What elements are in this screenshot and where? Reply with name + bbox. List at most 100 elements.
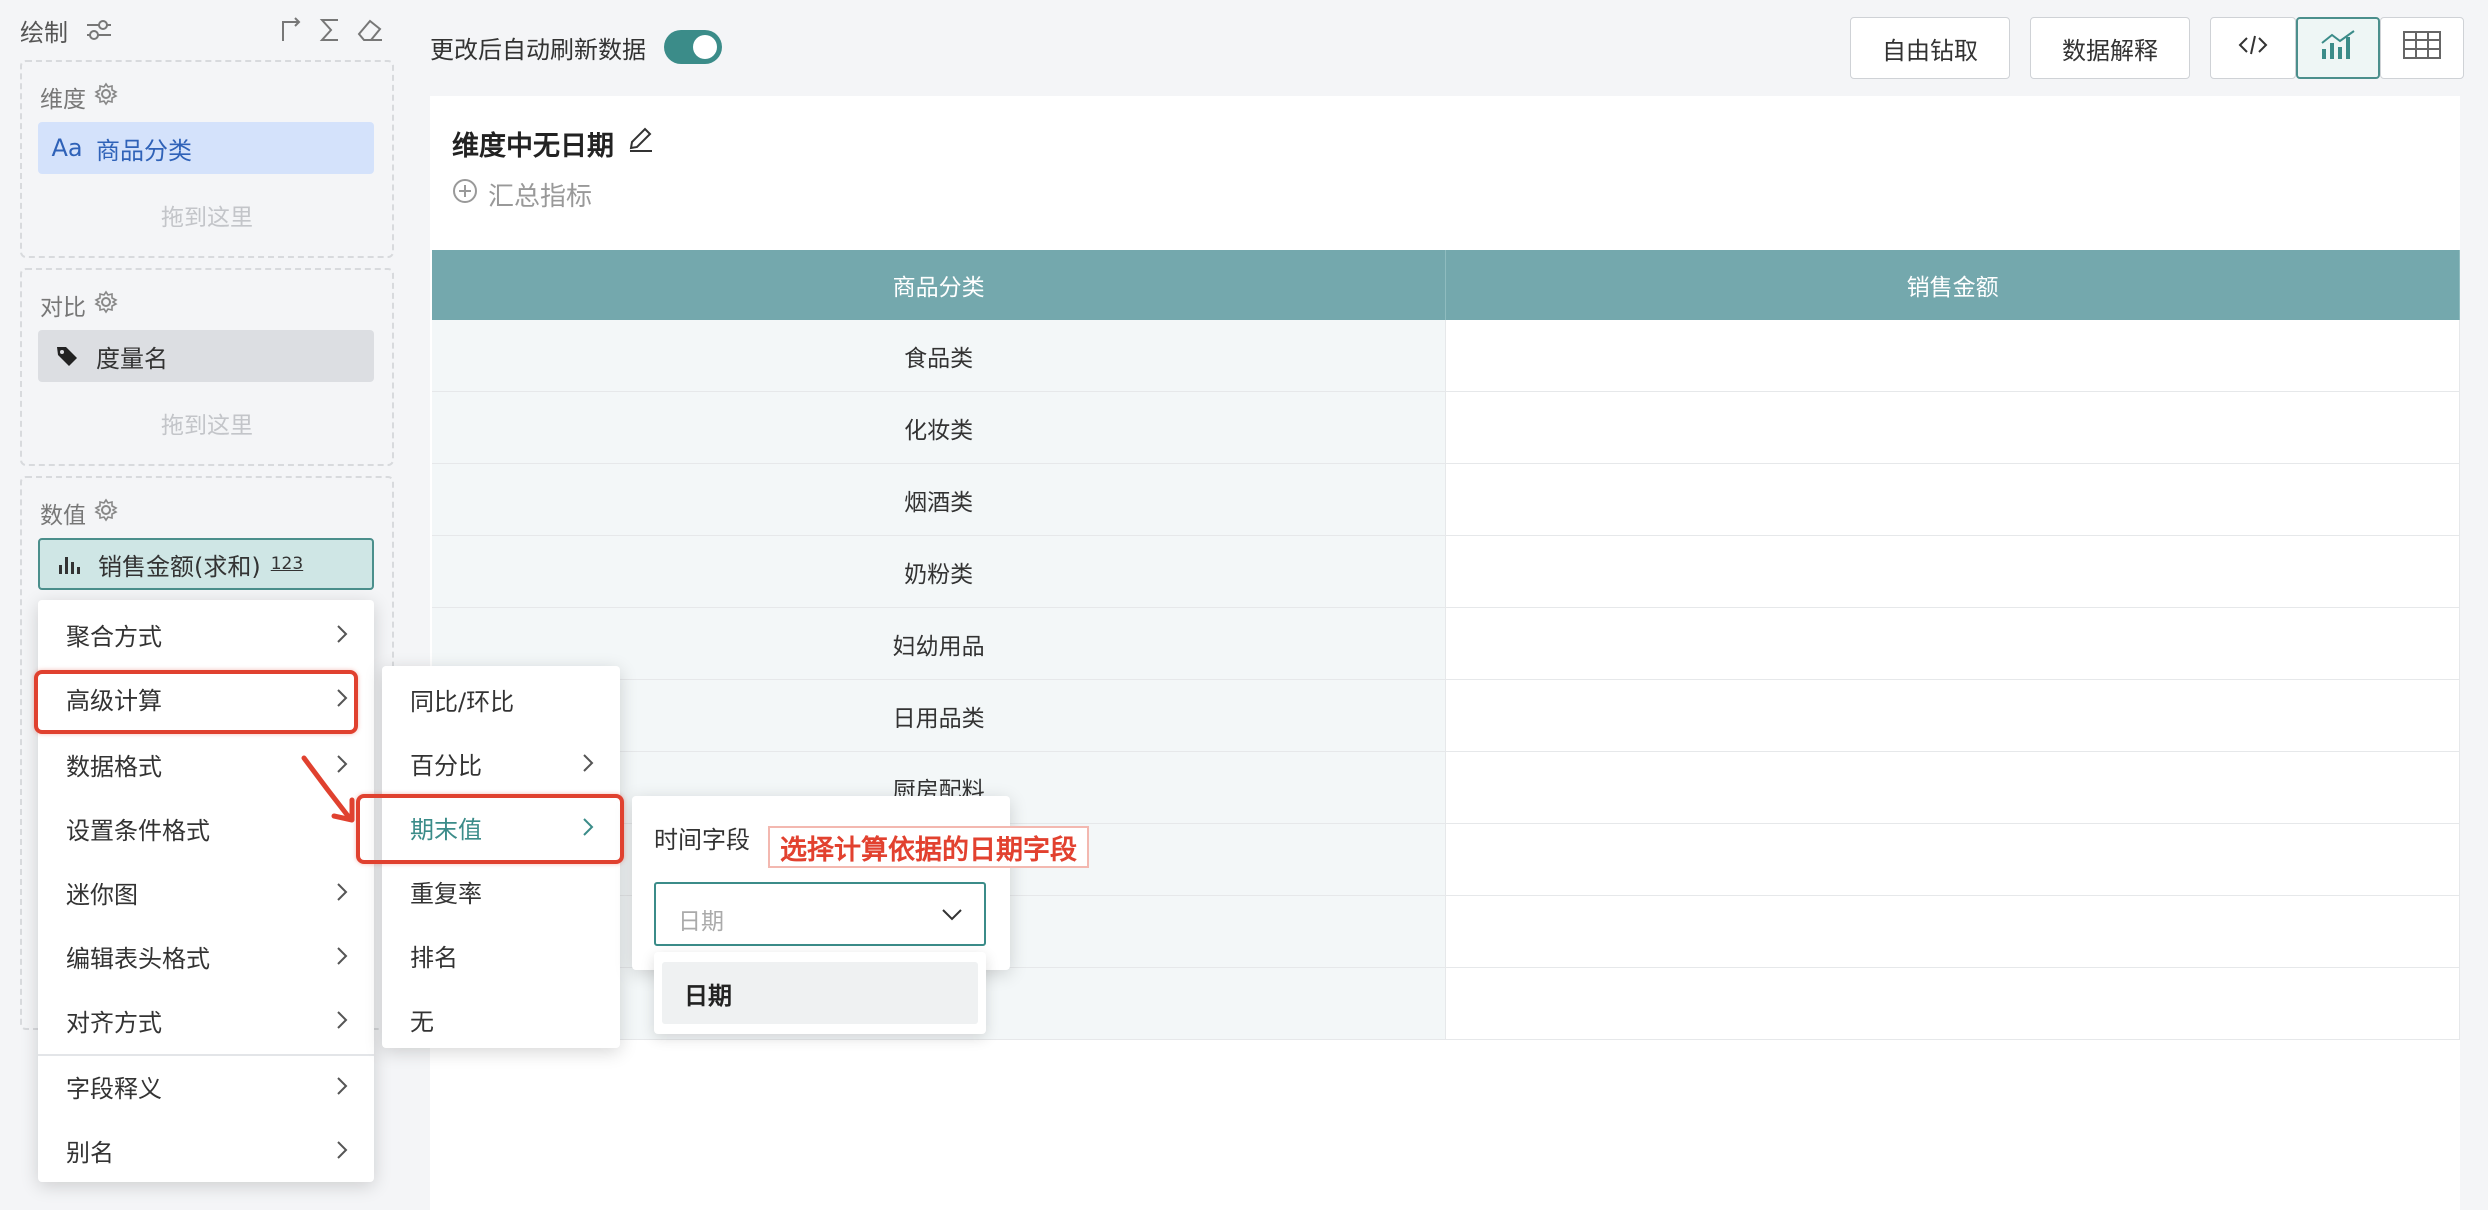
menu-item-label: 编辑表头格式 <box>66 944 210 973</box>
menu-item-label: 数据格式 <box>66 752 162 781</box>
column-header-sales[interactable]: 销售金额 <box>1445 250 2460 320</box>
annotation-note: 选择计算依据的日期字段 <box>768 826 1089 868</box>
column-header-category[interactable]: 商品分类 <box>432 250 1447 320</box>
menu-item-sparkline[interactable]: 迷你图 <box>38 864 374 920</box>
table-cell <box>1445 823 2460 896</box>
tag-icon <box>38 344 96 368</box>
values-label-wrap: 数值 <box>40 496 118 530</box>
panel-header: 绘制 <box>20 8 390 52</box>
content-title: 维度中无日期 <box>452 131 614 162</box>
number-type-badge: 123 <box>270 554 304 574</box>
dimension-label: 维度 <box>40 87 86 113</box>
text-type-icon: Aa <box>51 134 83 162</box>
menu-item-alignment[interactable]: 对齐方式 <box>38 992 374 1048</box>
menu-item-alias[interactable]: 别名 <box>38 1122 374 1178</box>
edit-pencil-icon[interactable] <box>626 126 654 161</box>
auto-refresh-label: 更改后自动刷新数据 <box>430 36 646 64</box>
content-title-wrap: 维度中无日期 <box>452 124 654 163</box>
date-field-select[interactable]: 日期 <box>654 882 986 946</box>
branch-icon[interactable] <box>278 17 304 43</box>
table-row: 烟酒类 <box>432 463 2460 536</box>
code-view-button[interactable] <box>2210 17 2296 79</box>
table-row: 化妆类 <box>432 391 2460 464</box>
chart-content: 维度中无日期 汇总指标 商品分类 销售金额 食品类 化妆类 烟酒类 奶粉类 妇幼… <box>430 96 2460 1210</box>
compare-label: 对比 <box>40 295 86 321</box>
dimension-section: 维度 Aa 商品分类 拖到这里 <box>20 60 394 258</box>
table-cell <box>1445 535 2460 608</box>
table-cell <box>1445 967 2460 1040</box>
compare-field-label: 度量名 <box>96 344 168 373</box>
compare-field-pill[interactable]: 度量名 <box>38 330 374 382</box>
chevron-right-icon <box>336 1010 348 1030</box>
table-cell <box>1445 391 2460 464</box>
menu-item-label: 高级计算 <box>66 686 162 715</box>
menu-item-aggregation[interactable]: 聚合方式 <box>38 606 374 662</box>
menu-item-field-definition[interactable]: 字段释义 <box>38 1058 374 1114</box>
menu-item-label: 百分比 <box>410 751 482 780</box>
table-cell: 化妆类 <box>432 391 1447 464</box>
chevron-right-icon <box>336 688 348 708</box>
compare-drop-hint[interactable]: 拖到这里 <box>22 406 392 440</box>
table-view-button[interactable] <box>2380 17 2464 79</box>
submenu-item-percentage[interactable]: 百分比 <box>382 735 620 791</box>
dimension-field-label: 商品分类 <box>96 136 192 165</box>
table-cell <box>1445 679 2460 752</box>
menu-item-label: 重复率 <box>410 879 482 908</box>
dropdown-option-date[interactable]: 日期 <box>662 962 978 1024</box>
eraser-icon[interactable] <box>356 17 384 43</box>
menu-item-label: 字段释义 <box>66 1074 162 1103</box>
submenu-item-none[interactable]: 无 <box>382 991 620 1047</box>
date-dropdown: 日期 <box>654 952 986 1034</box>
table-cell <box>1445 320 2460 392</box>
dimension-label-wrap: 维度 <box>40 80 118 114</box>
values-field-label: 销售金额(求和) <box>98 552 261 581</box>
bar-chart-icon <box>40 553 98 575</box>
menu-item-label: 聚合方式 <box>66 622 162 651</box>
table-cell: 烟酒类 <box>432 463 1447 536</box>
dimension-drop-hint[interactable]: 拖到这里 <box>22 198 392 232</box>
menu-item-label: 别名 <box>66 1138 114 1167</box>
table-icon <box>2402 30 2442 66</box>
chevron-down-icon <box>940 902 964 930</box>
values-field-pill[interactable]: 销售金额(求和) 123 <box>38 538 374 590</box>
gear-icon[interactable] <box>94 290 118 320</box>
data-explain-button[interactable]: 数据解释 <box>2030 17 2190 79</box>
auto-refresh-toggle[interactable] <box>664 30 722 64</box>
field-context-menu: 聚合方式 高级计算 数据格式 设置条件格式 迷你图 编辑表头格式 对齐方式 字段… <box>38 600 374 1182</box>
chevron-right-icon <box>336 1076 348 1096</box>
menu-item-label: 同比/环比 <box>410 687 515 716</box>
submenu-item-rank[interactable]: 排名 <box>382 927 620 983</box>
add-metric-label: 汇总指标 <box>488 182 593 212</box>
settings-sliders-icon[interactable] <box>84 18 114 42</box>
chart-view-button[interactable] <box>2296 17 2380 79</box>
table-header-row: 商品分类 销售金额 <box>432 250 2460 320</box>
free-drill-button[interactable]: 自由钻取 <box>1850 17 2010 79</box>
chart-icon <box>2318 29 2358 67</box>
submenu-item-repeat-rate[interactable]: 重复率 <box>382 863 620 919</box>
compare-label-wrap: 对比 <box>40 288 118 322</box>
gear-icon[interactable] <box>94 498 118 528</box>
submenu-item-yoy[interactable]: 同比/环比 <box>382 671 620 727</box>
table-row: 食品类 <box>432 320 2460 392</box>
menu-item-label: 对齐方式 <box>66 1008 162 1037</box>
menu-item-label: 期末值 <box>410 815 482 844</box>
table-cell: 食品类 <box>432 320 1447 392</box>
table-row: 日用品类 <box>432 679 2460 752</box>
menu-item-header-format[interactable]: 编辑表头格式 <box>38 928 374 984</box>
chevron-right-icon <box>582 817 594 837</box>
time-field-label: 时间字段 <box>654 826 750 854</box>
table-cell <box>1445 607 2460 680</box>
advanced-calc-submenu: 同比/环比 百分比 期末值 重复率 排名 无 <box>382 666 620 1048</box>
table-cell <box>1445 895 2460 968</box>
dimension-field-pill[interactable]: Aa 商品分类 <box>38 122 374 174</box>
table-row: 妇幼用品 <box>432 607 2460 680</box>
menu-item-advanced-calc[interactable]: 高级计算 <box>38 670 374 726</box>
sigma-icon[interactable] <box>318 17 342 43</box>
compare-section: 对比 度量名 拖到这里 <box>20 268 394 466</box>
table-row: 奶粉类 <box>432 535 2460 608</box>
menu-item-label: 迷你图 <box>66 880 138 909</box>
gear-icon[interactable] <box>94 82 118 112</box>
add-summary-metric[interactable]: 汇总指标 <box>452 176 592 213</box>
dropdown-option-label: 日期 <box>684 981 732 1010</box>
submenu-item-period-end[interactable]: 期末值 <box>382 799 620 855</box>
